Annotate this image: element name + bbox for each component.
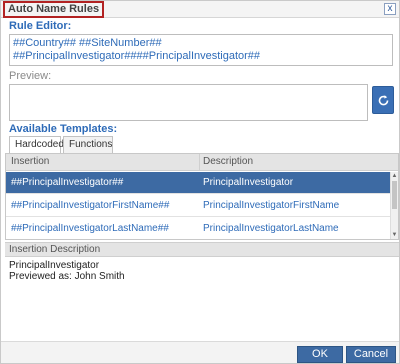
ok-button[interactable]: OK bbox=[297, 346, 343, 363]
scroll-up-icon[interactable]: ▲ bbox=[391, 172, 398, 180]
available-templates-label: Available Templates: bbox=[9, 123, 118, 135]
dialog-title: Auto Name Rules bbox=[3, 1, 105, 18]
dialog-footer: OK Cancel bbox=[1, 341, 399, 363]
insertion-cell: ##PrincipalInvestigator## bbox=[11, 177, 124, 188]
column-header-description[interactable]: Description bbox=[203, 156, 253, 167]
insertion-description-header: Insertion Description bbox=[5, 242, 399, 257]
close-icon[interactable]: x bbox=[384, 3, 396, 15]
preview-label: Preview: bbox=[9, 70, 52, 82]
rule-editor-label: Rule Editor: bbox=[9, 20, 72, 32]
scroll-down-icon[interactable]: ▼ bbox=[391, 231, 398, 239]
column-divider bbox=[199, 154, 200, 171]
rule-editor-input[interactable]: ##Country## ##SiteNumber## ##PrincipalIn… bbox=[9, 34, 393, 66]
insertion-cell: ##PrincipalInvestigatorLastName## bbox=[11, 223, 169, 234]
grid-header: Insertion Description bbox=[6, 154, 398, 171]
templates-grid: Insertion Description ##PrincipalInvesti… bbox=[5, 153, 399, 240]
description-text: PrincipalInvestigator bbox=[9, 260, 100, 271]
cancel-button[interactable]: Cancel bbox=[346, 346, 396, 363]
description-cell: PrincipalInvestigatorLastName bbox=[203, 223, 339, 234]
insertion-cell: ##PrincipalInvestigatorFirstName## bbox=[11, 200, 170, 211]
description-cell: PrincipalInvestigatorFirstName bbox=[203, 200, 340, 211]
title-bar: Auto Name Rules x bbox=[1, 1, 399, 18]
scroll-thumb[interactable] bbox=[392, 181, 397, 209]
tab-functions[interactable]: Functions bbox=[63, 136, 113, 153]
grid-scrollbar[interactable]: ▲ ▼ bbox=[390, 172, 398, 239]
refresh-icon bbox=[378, 95, 389, 106]
table-row[interactable]: ##PrincipalInvestigatorLastName## Princi… bbox=[6, 218, 391, 239]
table-row[interactable]: ##PrincipalInvestigatorFirstName## Princ… bbox=[6, 195, 391, 217]
auto-name-rules-dialog: Auto Name Rules x Rule Editor: ##Country… bbox=[0, 0, 400, 364]
table-row[interactable]: ##PrincipalInvestigator## PrincipalInves… bbox=[6, 172, 391, 194]
preview-field bbox=[9, 84, 368, 121]
description-cell: PrincipalInvestigator bbox=[203, 177, 294, 188]
tab-hardcoded[interactable]: Hardcoded bbox=[9, 136, 64, 154]
refresh-preview-button[interactable] bbox=[372, 86, 394, 114]
column-header-insertion[interactable]: Insertion bbox=[11, 156, 49, 167]
insertion-description-body: PrincipalInvestigator Previewed as: John… bbox=[5, 258, 399, 338]
preview-text: Previewed as: John Smith bbox=[9, 271, 125, 282]
